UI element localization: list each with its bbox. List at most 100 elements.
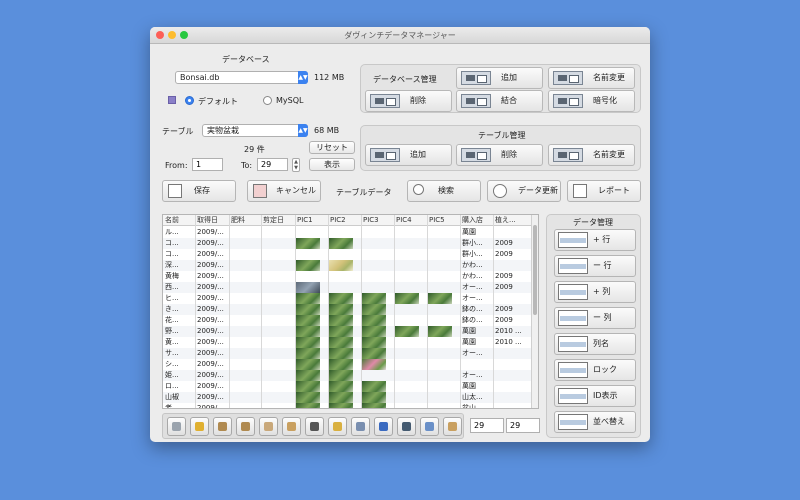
table-row[interactable]: 姫... 2009/... オー... xyxy=(163,370,531,381)
table-cell[interactable]: 2009/... xyxy=(197,337,229,348)
delete-column-button[interactable]: ー 列 xyxy=(554,307,636,329)
column-header[interactable]: 剪定日 xyxy=(263,215,295,226)
paste-icon[interactable] xyxy=(282,417,301,436)
bonsai-photo-thumbnail[interactable] xyxy=(362,304,386,315)
table-cell[interactable]: 西... xyxy=(165,282,195,293)
bonsai-photo-thumbnail[interactable] xyxy=(329,370,353,381)
column-header[interactable]: 取得日 xyxy=(197,215,229,226)
bonsai-photo-thumbnail[interactable] xyxy=(362,359,386,370)
table-cell[interactable]: 花... xyxy=(165,315,195,326)
table-cell[interactable]: 2009/... xyxy=(197,403,229,408)
table-cell[interactable]: 鉢の... xyxy=(462,315,493,326)
table-cell[interactable]: かわ... xyxy=(462,260,493,271)
lock-icon[interactable] xyxy=(167,417,186,436)
bonsai-photo-thumbnail[interactable] xyxy=(296,359,320,370)
zoom-window-button[interactable] xyxy=(180,31,188,39)
table-cell[interactable]: オー... xyxy=(462,370,493,381)
table-cell[interactable]: き... xyxy=(165,304,195,315)
show-button[interactable]: 表示 xyxy=(309,158,355,171)
trash-icon[interactable] xyxy=(305,417,324,436)
bonsai-photo-thumbnail[interactable] xyxy=(362,392,386,403)
table-cell[interactable]: 萬園 xyxy=(462,326,493,337)
bonsai-photo-thumbnail[interactable] xyxy=(362,326,386,337)
database-select[interactable]: Bonsai.db ▲▼ xyxy=(175,71,308,84)
table-cell[interactable]: 2009 xyxy=(495,271,525,282)
table-cell[interactable]: 萬園 xyxy=(462,381,493,392)
bonsai-photo-thumbnail[interactable] xyxy=(296,381,320,392)
bonsai-photo-thumbnail[interactable] xyxy=(362,293,386,304)
bonsai-photo-thumbnail[interactable] xyxy=(329,359,353,370)
close-window-button[interactable] xyxy=(156,31,164,39)
table-cell[interactable]: 2009/... xyxy=(197,271,229,282)
table-row[interactable]: 黄梅 2009/... かわ... 2009 xyxy=(163,271,531,282)
table-row[interactable]: 西... 2009/... オー... 2009 xyxy=(163,282,531,293)
table-row[interactable]: サ... 2009/... オー... xyxy=(163,348,531,359)
from-field[interactable] xyxy=(192,158,223,171)
table-cell[interactable]: 群小... xyxy=(462,249,493,260)
bonsai-photo-thumbnail[interactable] xyxy=(296,304,320,315)
table-row[interactable]: 老... 2009/... 盆山... xyxy=(163,403,531,408)
table-cell[interactable]: 深... xyxy=(165,260,195,271)
column-header[interactable]: 名前 xyxy=(165,215,195,226)
table-cell[interactable]: 萬園 xyxy=(462,227,493,238)
table-cell[interactable]: 2009 xyxy=(495,238,525,249)
count-field-a[interactable] xyxy=(470,418,504,433)
bonsai-photo-thumbnail[interactable] xyxy=(362,315,386,326)
db-encrypt-button[interactable]: 暗号化 xyxy=(548,90,635,112)
table-row[interactable]: 深... 2009/... かわ... xyxy=(163,260,531,271)
table-row[interactable]: ロ... 2009/... 萬園 xyxy=(163,381,531,392)
table-row[interactable]: ル... 2009/... 萬園 xyxy=(163,227,531,238)
bonsai-photo-thumbnail[interactable] xyxy=(329,238,353,249)
bonsai-photo-thumbnail[interactable] xyxy=(329,403,353,408)
table-vertical-scrollbar[interactable] xyxy=(531,215,538,408)
table-cell[interactable]: 2009 xyxy=(495,304,525,315)
bonsai-photo-thumbnail[interactable] xyxy=(428,326,452,337)
table-cell[interactable]: 2009/... xyxy=(197,359,229,370)
refresh-button[interactable]: データ更新 xyxy=(487,180,561,202)
table-row[interactable]: コ... 2009/... 群小... 2009 xyxy=(163,249,531,260)
scrollbar-thumb[interactable] xyxy=(533,225,537,315)
table-cell[interactable]: 2009 xyxy=(495,315,525,326)
table-cell[interactable]: 黄... xyxy=(165,337,195,348)
table-cell[interactable]: 黄梅 xyxy=(165,271,195,282)
db-add-button[interactable]: 追加 xyxy=(456,67,543,89)
bonsai-photo-thumbnail[interactable] xyxy=(329,348,353,359)
table-add-button[interactable]: 追加 xyxy=(365,144,452,166)
default-radio[interactable] xyxy=(185,96,194,105)
to-field[interactable] xyxy=(257,158,288,171)
table-cell[interactable]: 2009 xyxy=(495,282,525,293)
cancel-button[interactable]: キャンセル xyxy=(247,180,321,202)
table-row[interactable]: ヒ... 2009/... オー... xyxy=(163,293,531,304)
table-cell[interactable]: 2009/... xyxy=(197,227,229,238)
table-cell[interactable]: 2009 xyxy=(495,249,525,260)
search-button[interactable]: 検索 xyxy=(407,180,481,202)
column-header[interactable]: PIC4 xyxy=(396,215,426,226)
bonsai-photo-thumbnail[interactable] xyxy=(329,293,353,304)
table-row[interactable]: き... 2009/... 鉢の... 2009 xyxy=(163,304,531,315)
table-cell[interactable]: 2009/... xyxy=(197,348,229,359)
lock-button[interactable]: ロック xyxy=(554,359,636,381)
table-cell[interactable]: 2009/... xyxy=(197,293,229,304)
table-cell[interactable]: かわ... xyxy=(462,271,493,282)
table-cell[interactable]: 2009/... xyxy=(197,282,229,293)
add-row-button[interactable]: + 行 xyxy=(554,229,636,251)
table-cell[interactable]: 萬園 xyxy=(462,337,493,348)
column-header[interactable]: 肥料 xyxy=(231,215,261,226)
bonsai-photo-thumbnail[interactable] xyxy=(329,260,353,271)
table-cell[interactable]: オー... xyxy=(462,282,493,293)
sort-button[interactable]: 並べ替え xyxy=(554,411,636,433)
bonsai-photo-thumbnail[interactable] xyxy=(296,403,320,408)
show-id-button[interactable]: ID表示 xyxy=(554,385,636,407)
table-row[interactable]: 花... 2009/... 鉢の... 2009 xyxy=(163,315,531,326)
table-cell[interactable]: 野... xyxy=(165,326,195,337)
db-merge-button[interactable]: 結合 xyxy=(456,90,543,112)
table-cell[interactable]: 2010 ... xyxy=(495,326,525,337)
table-row[interactable]: コ... 2009/... 群小... 2009 xyxy=(163,238,531,249)
table-cell[interactable]: シ... xyxy=(165,359,195,370)
bonsai-photo-thumbnail[interactable] xyxy=(362,381,386,392)
table-cell[interactable]: 盆山... xyxy=(462,403,493,408)
reset-button[interactable]: リセット xyxy=(309,141,355,154)
table-cell[interactable]: 2009/... xyxy=(197,370,229,381)
table-cell[interactable]: オー... xyxy=(462,348,493,359)
column-header[interactable]: PIC5 xyxy=(429,215,459,226)
